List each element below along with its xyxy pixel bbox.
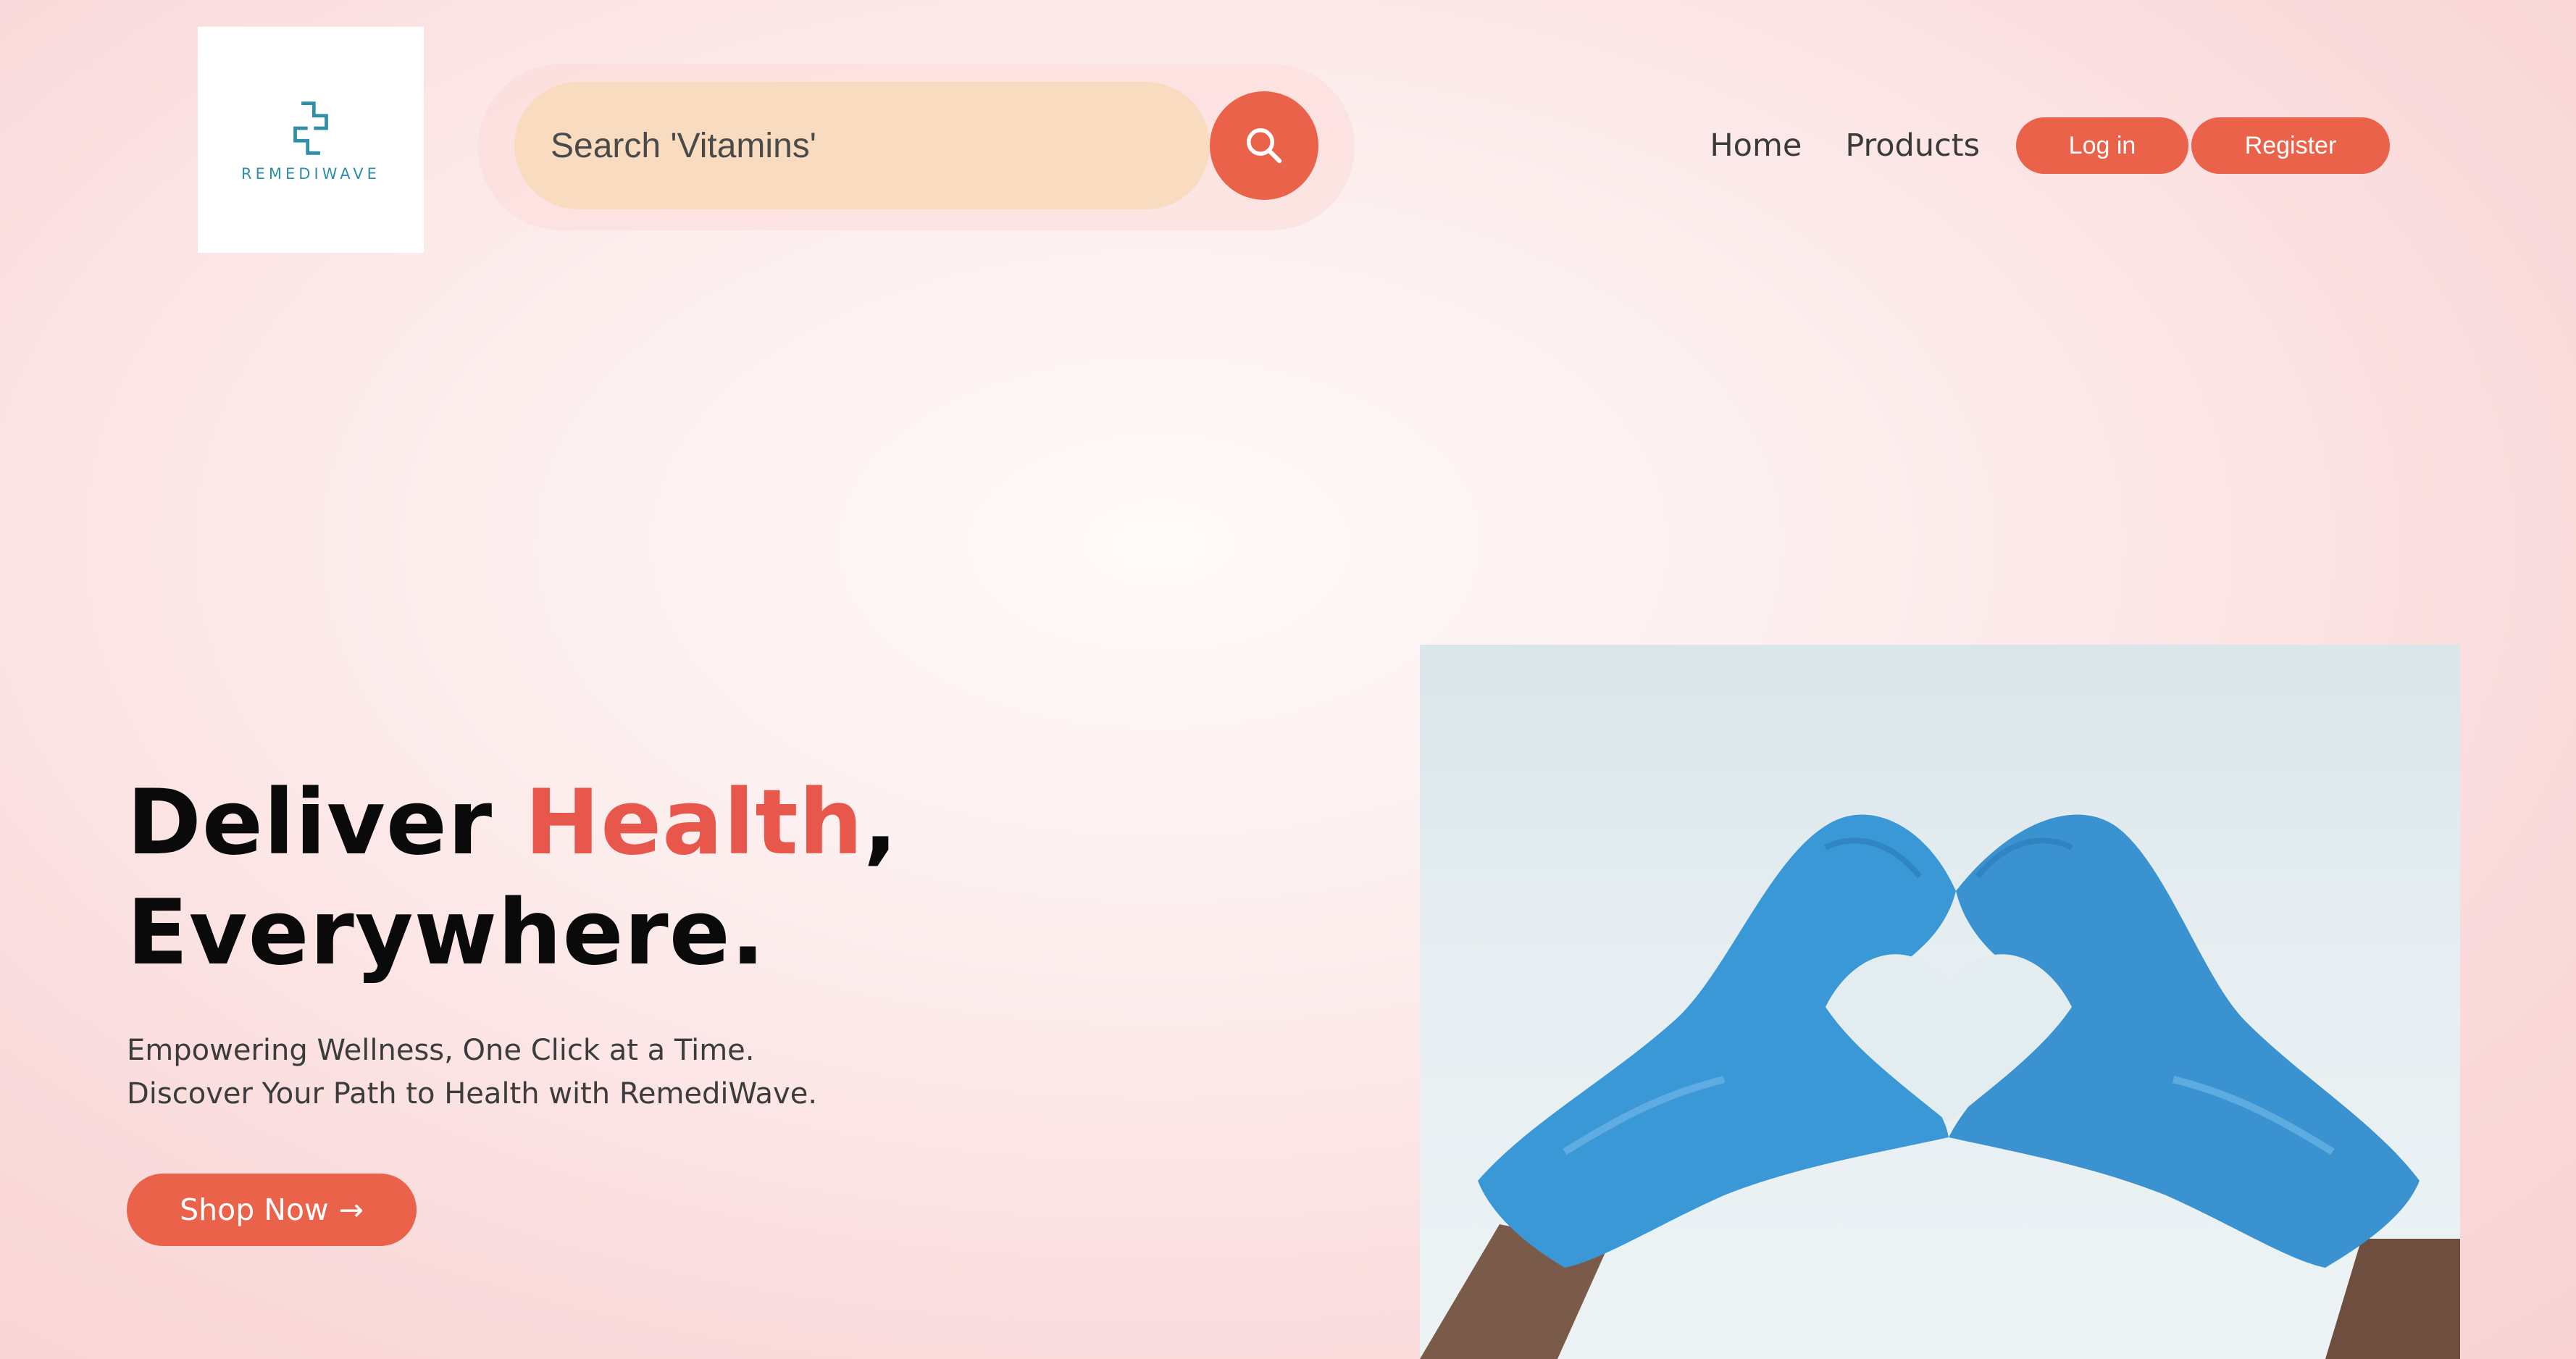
arrow-right-icon: →: [338, 1192, 364, 1227]
search-icon: [1247, 128, 1282, 164]
search-input[interactable]: [514, 82, 1210, 209]
register-button[interactable]: Register: [2191, 117, 2390, 174]
hero-image: [1420, 645, 2460, 1359]
nav-products-link[interactable]: Products: [1845, 127, 1980, 164]
hero-subtitle-line2: Discover Your Path to Health with Remedi…: [127, 1077, 818, 1111]
medical-cross-icon: [293, 101, 328, 155]
nav-home-link[interactable]: Home: [1710, 127, 1802, 164]
hero-subtitle: Empowering Wellness, One Click at a Time…: [127, 1029, 817, 1116]
hero-title-part1: Deliver: [127, 771, 525, 875]
gloved-hands-heart-photo: [1420, 814, 2460, 1359]
brand-name: REMEDIWAVE: [241, 165, 380, 183]
hero-title: Deliver Health, Everywhere.: [127, 768, 898, 988]
shop-now-button[interactable]: Shop Now →: [127, 1174, 417, 1246]
hero-title-accent: Health: [524, 771, 863, 875]
search-button[interactable]: [1210, 91, 1318, 200]
hero-title-part2: ,: [863, 771, 899, 875]
brand-logo[interactable]: REMEDIWAVE: [198, 27, 424, 253]
hero-title-line2: Everywhere.: [127, 881, 766, 985]
main-nav: Home Products Log in Register: [1710, 117, 2390, 174]
hero-subtitle-line1: Empowering Wellness, One Click at a Time…: [127, 1034, 755, 1067]
search-bar: [478, 64, 1355, 230]
shop-now-label: Shop Now: [180, 1192, 329, 1227]
login-button[interactable]: Log in: [2016, 117, 2188, 174]
